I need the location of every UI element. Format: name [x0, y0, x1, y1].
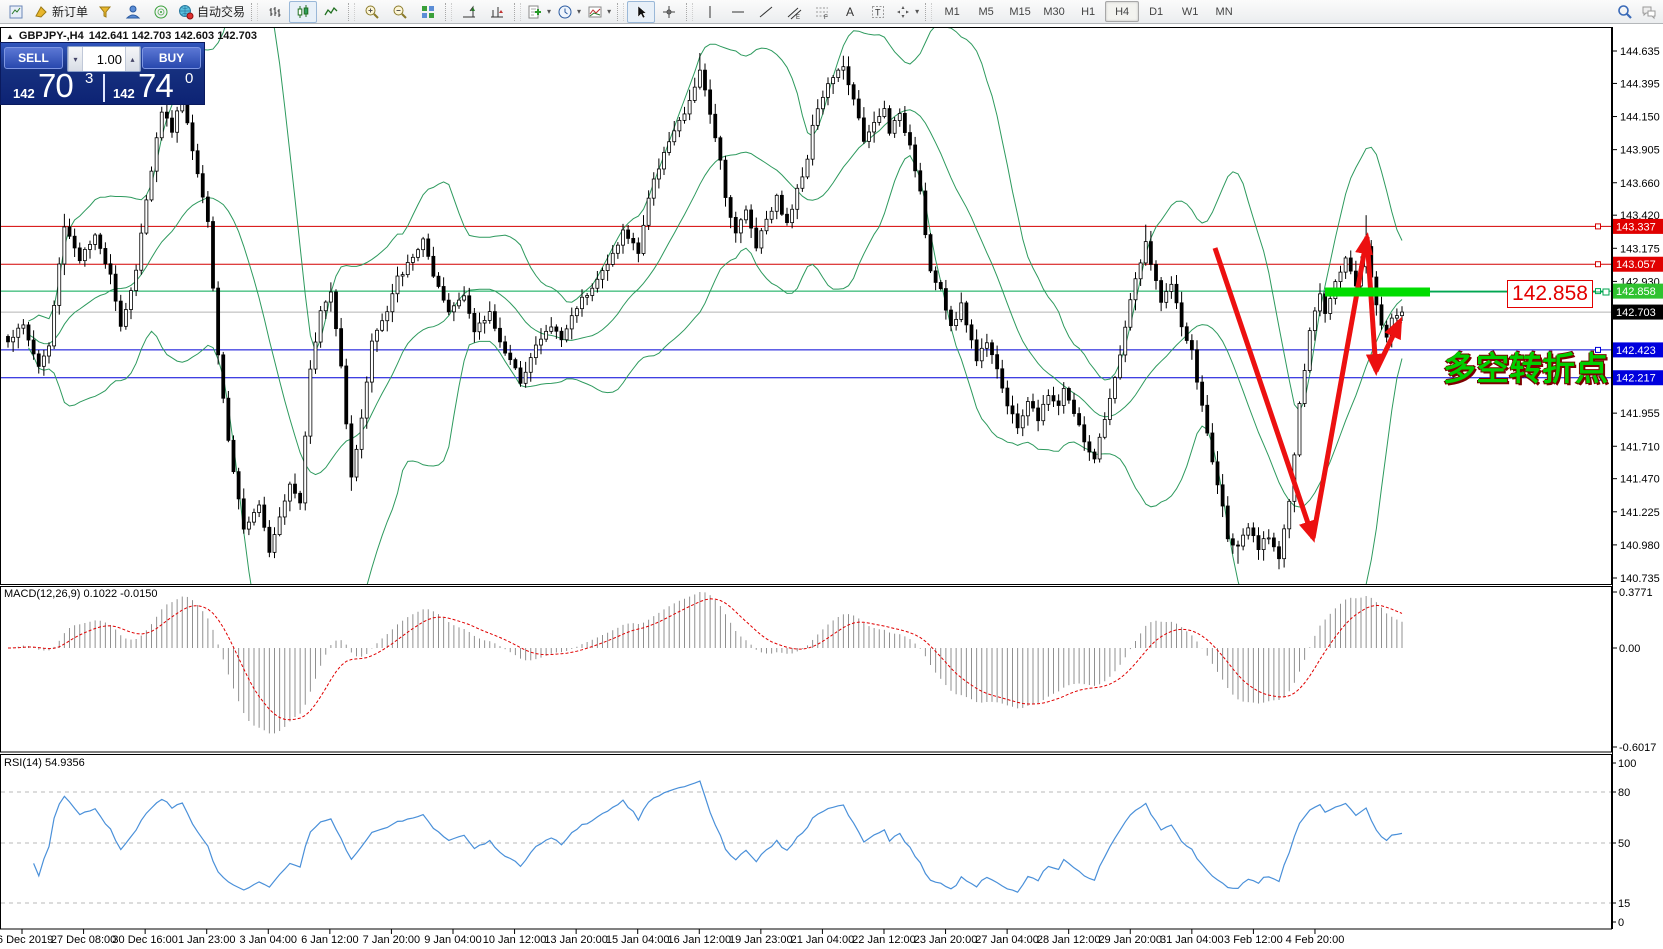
- one-click-trading-panel: SELL ▾ ▴ BUY 142 70 3 142 74 0: [0, 42, 205, 105]
- sell-button[interactable]: SELL: [4, 47, 63, 69]
- svg-text:3 Jan 04:00: 3 Jan 04:00: [240, 934, 298, 946]
- svg-text:30 Dec 16:00: 30 Dec 16:00: [112, 934, 177, 946]
- buy-price-sup: 0: [185, 70, 193, 87]
- price-level-label[interactable]: 142.858: [1507, 280, 1593, 308]
- collapse-triangle-icon[interactable]: ▲: [6, 32, 14, 41]
- svg-text:142.423: 142.423: [1616, 345, 1656, 357]
- svg-text:141.225: 141.225: [1620, 507, 1660, 519]
- svg-text:7 Jan 20:00: 7 Jan 20:00: [363, 934, 421, 946]
- svg-text:9 Jan 04:00: 9 Jan 04:00: [424, 934, 482, 946]
- symbol-info: ▲ GBPJPY-,H4 142.641 142.703 142.603 142…: [6, 30, 257, 42]
- svg-text:142.858: 142.858: [1616, 286, 1656, 298]
- svg-text:26 Dec 2019: 26 Dec 2019: [0, 934, 53, 946]
- svg-text:23 Jan 20:00: 23 Jan 20:00: [914, 934, 978, 946]
- price-divider: [103, 74, 105, 102]
- svg-text:143.337: 143.337: [1616, 221, 1656, 233]
- svg-text:6 Jan 12:00: 6 Jan 12:00: [301, 934, 359, 946]
- svg-text:29 Jan 20:00: 29 Jan 20:00: [1098, 934, 1162, 946]
- sell-price-base: 142: [13, 86, 35, 101]
- buy-price-big: 74: [138, 67, 173, 105]
- svg-text:144.150: 144.150: [1620, 112, 1660, 124]
- svg-text:143.057: 143.057: [1616, 259, 1656, 271]
- svg-text:141.955: 141.955: [1620, 408, 1660, 420]
- sell-price-sup: 3: [85, 70, 93, 87]
- svg-text:143.175: 143.175: [1620, 243, 1660, 255]
- svg-text:16 Jan 12:00: 16 Jan 12:00: [667, 934, 731, 946]
- svg-text:140.980: 140.980: [1620, 540, 1660, 552]
- volume-field: ▾ ▴: [67, 46, 141, 72]
- svg-text:100: 100: [1618, 758, 1636, 770]
- svg-text:28 Jan 12:00: 28 Jan 12:00: [1037, 934, 1101, 946]
- svg-text:19 Jan 23:00: 19 Jan 23:00: [729, 934, 793, 946]
- svg-text:15: 15: [1618, 898, 1630, 910]
- svg-text:0: 0: [1618, 917, 1624, 929]
- buy-price-base: 142: [113, 86, 135, 101]
- svg-text:-0.6017: -0.6017: [1619, 742, 1656, 754]
- thick-green-level-bar[interactable]: [1325, 288, 1430, 297]
- svg-text:15 Jan 04:00: 15 Jan 04:00: [606, 934, 670, 946]
- green-line-handle[interactable]: [1603, 289, 1609, 295]
- time-axis: 26 Dec 201927 Dec 08:0030 Dec 16:001 Jan…: [0, 929, 1344, 946]
- svg-text:143.660: 143.660: [1620, 178, 1660, 190]
- symbol-ohlc: 142.641 142.703 142.603 142.703: [89, 30, 257, 42]
- svg-text:22 Jan 12:00: 22 Jan 12:00: [852, 934, 916, 946]
- macd-label: MACD(12,26,9) 0.1022 -0.0150: [4, 588, 157, 600]
- volume-input[interactable]: [83, 47, 125, 71]
- svg-text:140.735: 140.735: [1620, 573, 1660, 585]
- sell-price-big: 70: [38, 67, 73, 105]
- svg-text:4 Feb 20:00: 4 Feb 20:00: [1286, 934, 1345, 946]
- svg-text:80: 80: [1618, 787, 1630, 799]
- svg-text:144.635: 144.635: [1620, 46, 1660, 58]
- svg-text:10 Jan 12:00: 10 Jan 12:00: [483, 934, 547, 946]
- svg-text:0.00: 0.00: [1619, 643, 1640, 655]
- rsi-label: RSI(14) 54.9356: [4, 757, 85, 769]
- svg-text:50: 50: [1618, 838, 1630, 850]
- svg-text:13 Jan 20:00: 13 Jan 20:00: [544, 934, 608, 946]
- svg-text:27 Dec 08:00: 27 Dec 08:00: [51, 934, 116, 946]
- svg-text:31 Jan 04:00: 31 Jan 04:00: [1160, 934, 1224, 946]
- svg-text:27 Jan 04:00: 27 Jan 04:00: [975, 934, 1039, 946]
- svg-text:142.217: 142.217: [1616, 373, 1656, 385]
- svg-text:142.703: 142.703: [1616, 307, 1656, 319]
- svg-text:141.710: 141.710: [1620, 441, 1660, 453]
- svg-text:3 Feb 12:00: 3 Feb 12:00: [1224, 934, 1283, 946]
- svg-text:141.470: 141.470: [1620, 474, 1660, 486]
- svg-text:21 Jan 04:00: 21 Jan 04:00: [791, 934, 855, 946]
- chart-canvas[interactable]: 144.635144.395144.150143.905143.660143.4…: [0, 0, 1663, 949]
- turning-point-annotation[interactable]: 多空转折点: [1443, 342, 1608, 390]
- svg-text:144.395: 144.395: [1620, 78, 1660, 90]
- svg-text:0.3771: 0.3771: [1619, 587, 1653, 599]
- svg-text:1 Jan 23:00: 1 Jan 23:00: [178, 934, 236, 946]
- svg-text:143.905: 143.905: [1620, 145, 1660, 157]
- symbol-name: GBPJPY-,H4: [19, 30, 84, 42]
- buy-button[interactable]: BUY: [142, 47, 201, 69]
